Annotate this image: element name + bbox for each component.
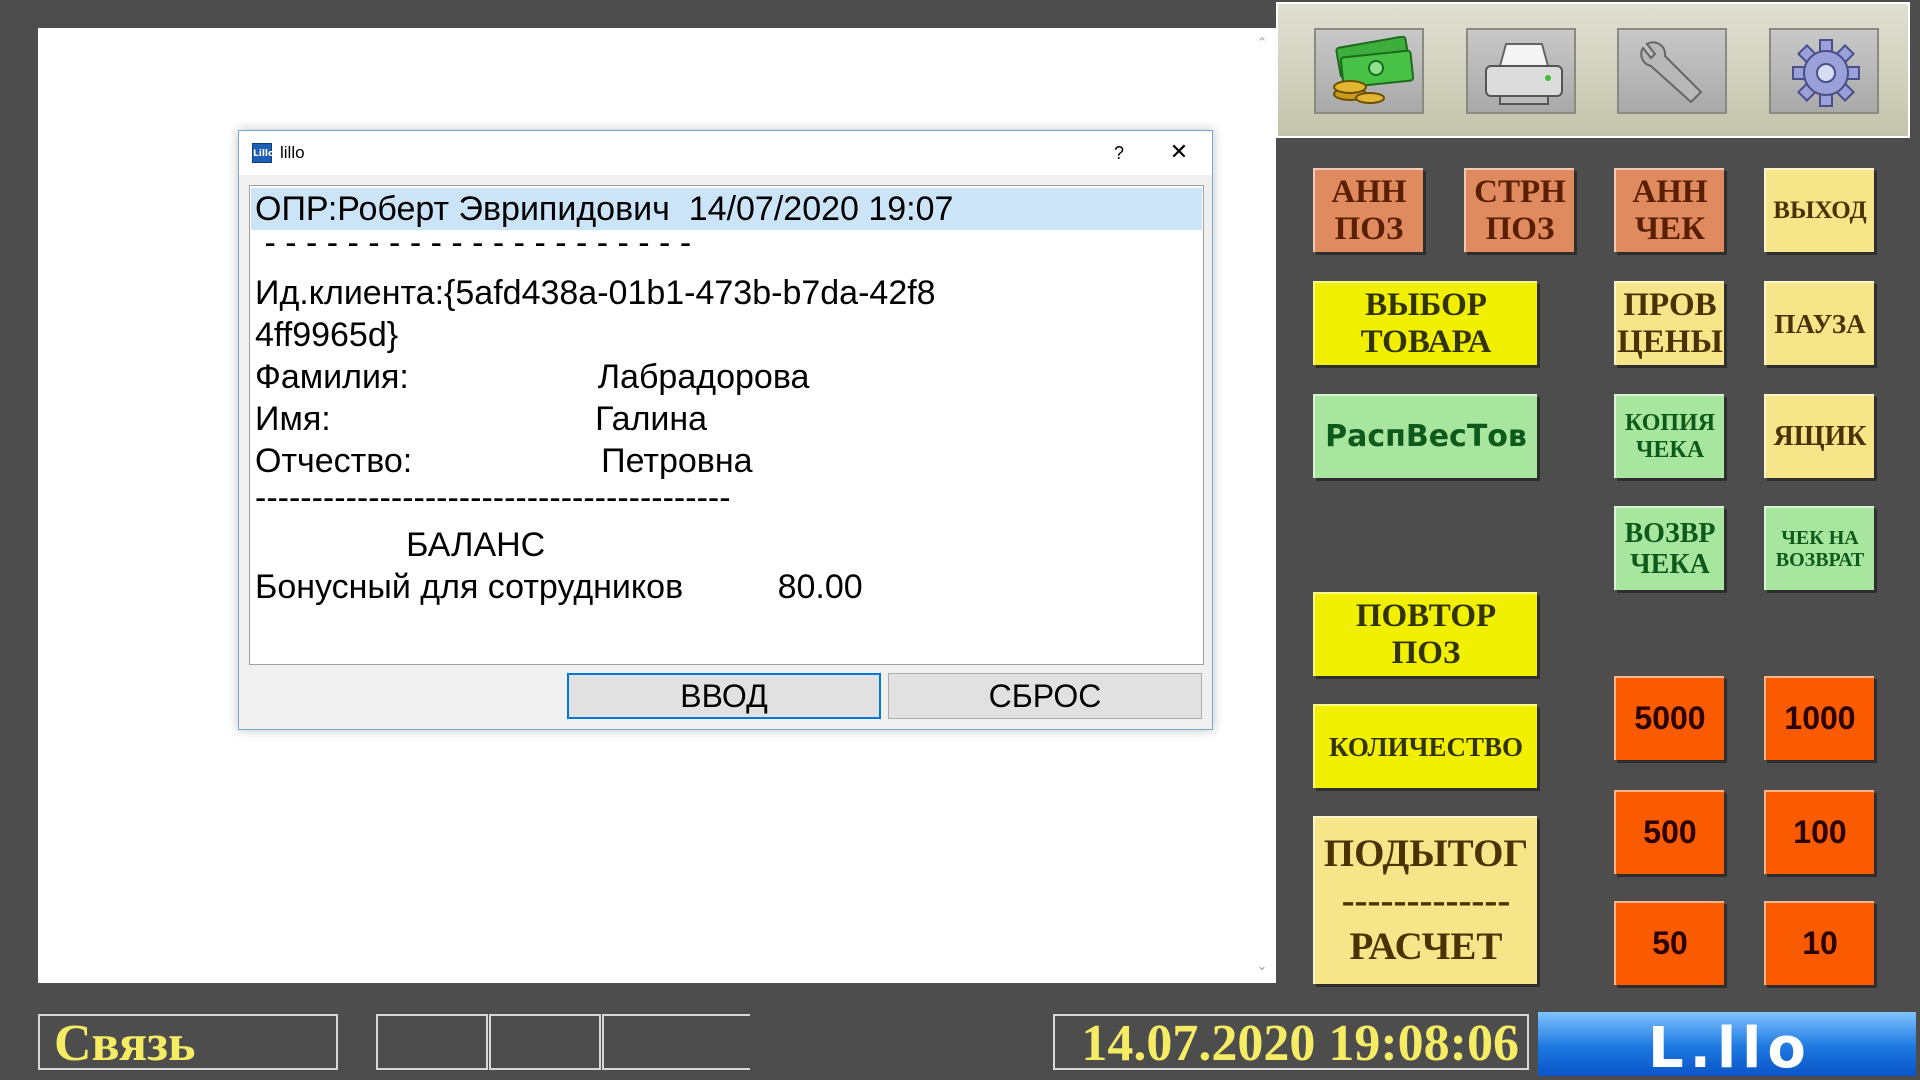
text-line-balance-header: БАЛАНС <box>255 526 546 564</box>
dialog-title: lillo <box>280 143 305 162</box>
text-line-surname: Фамилия: Лабрадорова <box>255 358 810 396</box>
status-datetime: 14.07.2020 19:08:06 <box>1053 1014 1529 1072</box>
text-line-divider: ----------------------------------------… <box>255 479 731 517</box>
weighted-goods-button[interactable]: РаспВесТов <box>1313 394 1537 478</box>
check-copy-button[interactable]: КОПИЯ ЧЕКА <box>1614 394 1724 478</box>
wrench-icon <box>1640 41 1703 104</box>
text-line-name: Имя: Галина <box>255 400 708 438</box>
amount-50-button[interactable]: 50 <box>1614 901 1724 985</box>
amount-100-button[interactable]: 100 <box>1764 790 1874 874</box>
reverse-position-button[interactable]: СТРН ПОЗ <box>1464 168 1574 252</box>
money-button[interactable] <box>1314 28 1424 114</box>
printer-button[interactable] <box>1466 28 1576 114</box>
exit-button[interactable]: ВЫХОД <box>1764 168 1874 252</box>
subtotal-payment-button[interactable]: ПОДЫТОГ ------------- РАСЧЕТ <box>1313 816 1537 984</box>
money-icon <box>1333 36 1415 104</box>
top-toolbar <box>1276 2 1910 138</box>
text-line-separator: - - - - - - - - - - - - - - - - - - - - … <box>255 224 692 262</box>
amount-1000-button[interactable]: 1000 <box>1764 676 1874 760</box>
dialog-titlebar[interactable]: Lillo lillo ? ✕ <box>239 131 1212 175</box>
enter-button[interactable]: ВВОД <box>567 673 881 719</box>
quantity-button[interactable]: КОЛИЧЕСТВО <box>1313 704 1537 788</box>
close-icon[interactable]: ✕ <box>1149 133 1209 173</box>
receipt-scrollbar[interactable]: ⌃ ⌄ <box>1248 28 1276 983</box>
amount-10-button[interactable]: 10 <box>1764 901 1874 985</box>
customer-info-dialog: Lillo lillo ? ✕ ОПР:Роберт Эврипидович 1… <box>238 130 1213 730</box>
return-check-button[interactable]: ВОЗВР ЧЕКА <box>1614 506 1724 590</box>
help-button[interactable]: ? <box>1089 133 1149 173</box>
drawer-button[interactable]: ЯЩИК <box>1764 394 1874 478</box>
gear-button[interactable] <box>1769 28 1879 114</box>
scroll-down-icon[interactable]: ⌄ <box>1254 959 1270 975</box>
check-for-return-button[interactable]: ЧЕК НА ВОЗВРАТ <box>1764 506 1874 590</box>
logo-text: L.llo <box>1648 1016 1812 1076</box>
text-line-patronymic: Отчество: Петровна <box>255 442 753 480</box>
select-goods-button[interactable]: ВЫБОР ТОВАРА <box>1313 281 1537 365</box>
repeat-position-button[interactable]: ПОВТОР ПОЗ <box>1313 592 1537 676</box>
status-cell-1 <box>376 1014 488 1070</box>
app-icon: Lillo <box>252 143 274 163</box>
cancel-check-button[interactable]: АНН ЧЕК <box>1614 168 1724 252</box>
settings-tools-button[interactable] <box>1617 28 1727 114</box>
pause-button[interactable]: ПАУЗА <box>1764 281 1874 365</box>
text-line-bonus-balance: Бонусный для сотрудников 80.00 <box>255 568 863 606</box>
printer-icon <box>1485 43 1563 105</box>
status-cell-2 <box>489 1014 601 1070</box>
status-cell-3 <box>602 1014 750 1070</box>
lillo-logo: L.llo <box>1538 1012 1916 1076</box>
check-price-button[interactable]: ПРОВ ЦЕНЫ <box>1614 281 1724 365</box>
reset-button[interactable]: СБРОС <box>888 673 1202 719</box>
scroll-up-icon[interactable]: ⌃ <box>1254 36 1270 52</box>
text-line-client-id-cont: 4ff9965d} <box>255 316 399 354</box>
gear-icon <box>1792 39 1860 107</box>
cancel-position-button[interactable]: АНН ПОЗ <box>1313 168 1423 252</box>
connection-status: Связь <box>38 1014 338 1072</box>
amount-500-button[interactable]: 500 <box>1614 790 1724 874</box>
customer-info-text[interactable]: ОПР:Роберт Эврипидович 14/07/2020 19:07 … <box>249 185 1204 665</box>
amount-5000-button[interactable]: 5000 <box>1614 676 1724 760</box>
text-line-client-id: Ид.клиента:{5afd438a-01b1-473b-b7da-42f8 <box>255 274 936 312</box>
